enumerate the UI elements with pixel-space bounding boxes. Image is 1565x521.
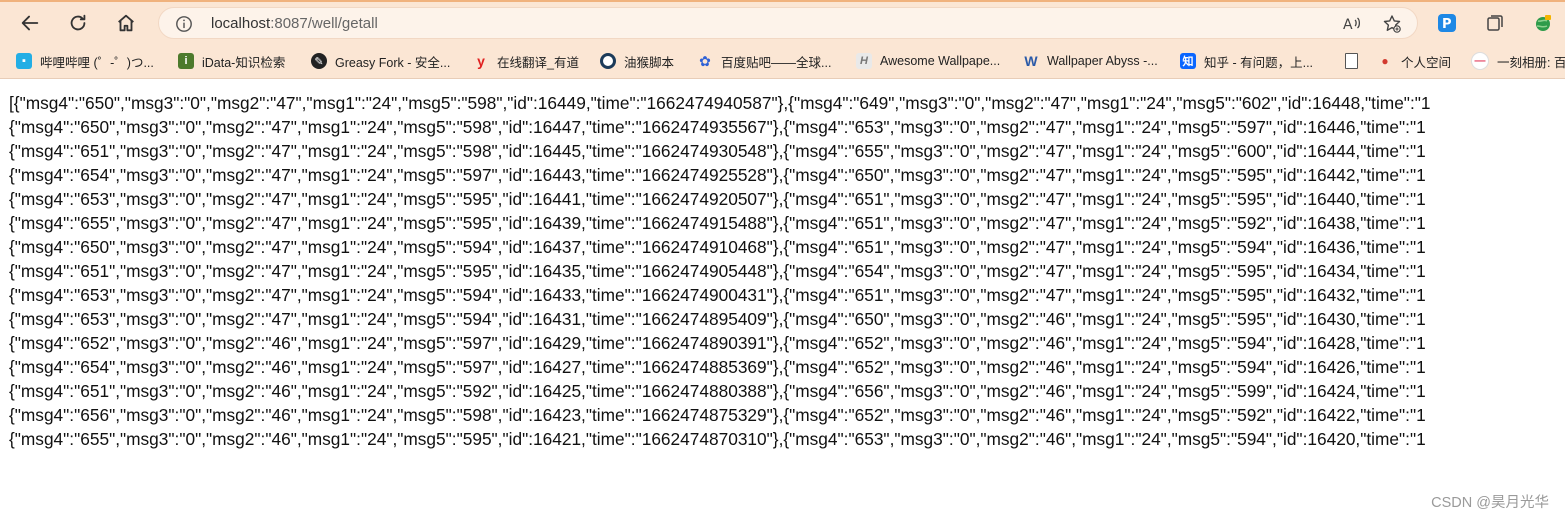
bookmark-zhihu[interactable]: 知知乎 - 有问题，上... — [1180, 51, 1313, 71]
collections-icon[interactable] — [1485, 13, 1505, 33]
csdn-watermark: CSDN @昊月光华 — [1431, 495, 1549, 511]
json-line: {"msg4":"651","msg3":"0","msg2":"46","ms… — [9, 381, 1426, 401]
json-line: {"msg4":"651","msg3":"0","msg2":"47","ms… — [9, 141, 1426, 161]
bookmark-bilibili[interactable]: ▪ 哔哩哔哩 (゜-゜)つ... — [16, 51, 154, 71]
tampermonkey-icon — [600, 53, 616, 69]
info-icon[interactable] — [175, 15, 193, 33]
bookmark-label: 油猴脚本 — [624, 55, 675, 70]
greasyfork-icon: ✎ — [311, 53, 327, 69]
json-line: {"msg4":"653","msg3":"0","msg2":"47","ms… — [9, 189, 1426, 209]
home-icon — [118, 14, 134, 32]
bookmark-label: 知乎 - 有问题，上... — [1204, 55, 1314, 70]
idata-icon: i — [178, 53, 194, 69]
json-line: {"msg4":"650","msg3":"0","msg2":"47","ms… — [9, 117, 1426, 137]
bookmark-greasyfork[interactable]: ✎ Greasy Fork - 安全... — [311, 51, 450, 71]
reload-icon — [70, 14, 86, 31]
baidu-icon: ✿ — [699, 52, 711, 69]
json-line: [{"msg4":"650","msg3":"0","msg2":"47","m… — [9, 93, 1431, 113]
bookmark-wallpaper-abyss[interactable]: W Wallpaper Abyss -... — [1023, 51, 1158, 71]
url-path: :8087/well/getall — [270, 15, 378, 32]
url-host: localhost — [211, 15, 271, 32]
home-button[interactable] — [111, 8, 141, 38]
json-line: {"msg4":"653","msg3":"0","msg2":"47","ms… — [9, 285, 1426, 305]
extension-p-icon[interactable]: P — [1437, 13, 1457, 33]
abyss-icon: W — [1024, 53, 1038, 69]
bookmark-label: 一刻相册: 百 — [1497, 55, 1565, 70]
document-icon — [1345, 53, 1358, 69]
bilibili-icon: ▪ — [16, 53, 32, 69]
back-arrow-icon — [21, 15, 39, 31]
bookmark-label: Greasy Fork - 安全... — [335, 55, 451, 70]
bookmark-label: 百度贴吧——全球... — [721, 55, 832, 70]
reload-button[interactable] — [63, 8, 93, 38]
read-aloud-icon[interactable]: A — [1342, 14, 1362, 34]
bookmark-yike-album[interactable]: — 一刻相册: 百 — [1471, 51, 1565, 71]
json-response-body: [{"msg4":"650","msg3":"0","msg2":"47","m… — [9, 91, 1565, 451]
space-icon: ● — [1381, 54, 1389, 68]
json-line: {"msg4":"655","msg3":"0","msg2":"46","ms… — [9, 429, 1426, 449]
bookmark-idata[interactable]: i iData-知识检索 — [178, 51, 285, 71]
bookmark-youdao[interactable]: y 在线翻译_有道 — [473, 51, 579, 71]
json-line: {"msg4":"650","msg3":"0","msg2":"47","ms… — [9, 237, 1426, 257]
svg-text:A: A — [1343, 17, 1353, 33]
bookmark-label: Wallpaper Abyss -... — [1047, 54, 1158, 68]
json-line: {"msg4":"651","msg3":"0","msg2":"47","ms… — [9, 261, 1426, 281]
bookmark-awesome-wallpapers[interactable]: H Awesome Wallpape... — [856, 51, 1000, 71]
back-button[interactable] — [15, 8, 45, 38]
youdao-icon: y — [477, 53, 485, 69]
bookmark-label: 在线翻译_有道 — [497, 55, 579, 70]
bookmark-label: 个人空间 — [1401, 55, 1452, 70]
extension-globe-icon[interactable] — [1533, 13, 1553, 33]
wallpaper-icon: H — [856, 53, 872, 69]
bookmark-baidu-tieba[interactable]: ✿ 百度贴吧——全球... — [697, 51, 831, 71]
bookmarks-bar: ▪ 哔哩哔哩 (゜-゜)つ... i iData-知识检索 ✎ Greasy Fork… — [0, 44, 1565, 79]
browser-toolbar: localhost:8087/well/getall A P — [0, 2, 1565, 44]
bookmark-personal-space[interactable]: ● 个人空间 — [1377, 51, 1451, 71]
url-text[interactable]: localhost:8087/well/getall — [211, 15, 378, 32]
bookmark-document[interactable] — [1345, 51, 1366, 71]
address-bar[interactable]: localhost:8087/well/getall A — [158, 7, 1418, 39]
bookmark-label: Awesome Wallpape... — [880, 54, 1001, 68]
svg-text:P: P — [1442, 17, 1452, 32]
yike-icon: — — [1471, 52, 1489, 70]
bookmark-label: 哔哩哔哩 (゜-゜)つ... — [40, 55, 154, 70]
json-line: {"msg4":"654","msg3":"0","msg2":"46","ms… — [9, 357, 1426, 377]
bookmark-label: iData-知识检索 — [202, 55, 286, 70]
json-line: {"msg4":"655","msg3":"0","msg2":"47","ms… — [9, 213, 1426, 233]
json-line: {"msg4":"654","msg3":"0","msg2":"47","ms… — [9, 165, 1426, 185]
json-line: {"msg4":"653","msg3":"0","msg2":"47","ms… — [9, 309, 1426, 329]
json-line: {"msg4":"652","msg3":"0","msg2":"46","ms… — [9, 333, 1426, 353]
favorite-star-icon[interactable] — [1382, 14, 1402, 34]
json-line: {"msg4":"656","msg3":"0","msg2":"46","ms… — [9, 405, 1426, 425]
bookmark-tampermonkey[interactable]: 油猴脚本 — [600, 51, 674, 71]
zhihu-icon: 知 — [1180, 53, 1196, 69]
